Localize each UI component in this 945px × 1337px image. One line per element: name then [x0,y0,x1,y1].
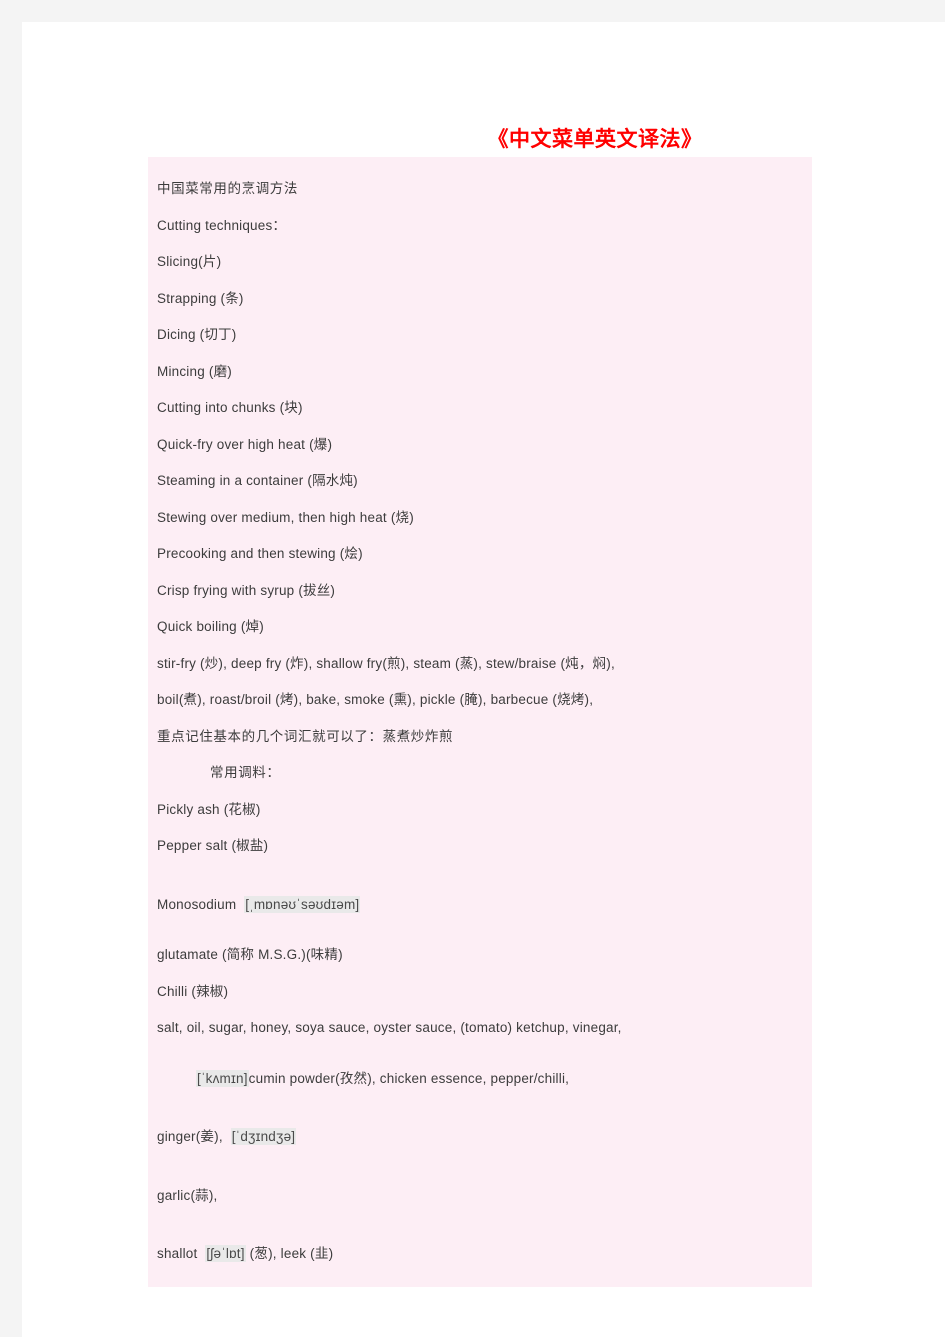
monosodium-ipa: [ˌmɒnəʊˈsəʊdɪəm] [244,895,361,913]
list-item-glutamate: glutamate (简称 M.S.G.)(味精) [157,947,343,962]
list-item-crisp-frying: Crisp frying with syrup (拔丝) [157,582,336,598]
list-item-chilli: Chilli (辣椒) [157,983,229,999]
list-item-pickly-ash: Pickly ash (花椒) [157,801,261,817]
shallot-rest: (葱), leek (韭) [249,1246,334,1261]
page-frame-top-strip [0,0,945,22]
methods-summary-line-1: stir-fry (炒), deep fry (炸), shallow fry(… [157,655,615,671]
list-item-strapping: Strapping (条) [157,290,244,306]
list-item-monosodium: Monosodium [ˌmɒnəʊˈsəʊdɪəm] [148,887,812,924]
list-item-garlic: garlic(蒜), [157,1187,218,1203]
heading-cutting-techniques: Cutting techniques： [157,217,287,233]
cumin-ipa: [ˈkʌmɪn] [196,1069,249,1087]
heading-common-seasonings: 常用调料： [210,765,281,780]
ginger-ipa: [ˈdʒɪndʒə] [230,1128,297,1145]
list-item-shallot: shallot [ʃəˈlɒt] (葱), leek (韭) [148,1236,812,1273]
section-heading-cooking-methods: 中国菜常用的烹调方法 [157,181,298,196]
cumin-rest: cumin powder(孜然), chicken essence, peppe… [248,1070,570,1086]
list-item-precooking: Precooking and then stewing (烩) [157,546,363,561]
ginger-word: ginger(姜), [157,1129,223,1144]
list-item-stewing: Stewing over medium, then high heat (烧) [157,509,414,525]
shallot-word: shallot [157,1246,198,1261]
list-item-slicing: Slicing(片) [157,254,222,269]
list-item-quick-fry: Quick-fry over high heat (爆) [157,436,333,452]
list-item-pepper-salt: Pepper salt (椒盐) [157,838,269,853]
shallot-ipa: [ʃəˈlɒt] [205,1245,246,1262]
list-item-condiments: salt, oil, sugar, honey, soya sauce, oys… [157,1020,622,1035]
list-item-chunks: Cutting into chunks (块) [157,400,303,415]
list-item-cumin: [ˈkʌmɪn]cumin powder(孜然), chicken essenc… [148,1061,812,1098]
list-item-mincing: Mincing (磨) [157,363,232,379]
content-block: 中国菜常用的烹调方法 Cutting techniques： Slicing(片… [148,157,812,1287]
list-item-steaming: Steaming in a container (隔水炖) [157,473,358,488]
page-frame-left-strip [0,0,22,1337]
page-title: 《中文菜单英文译法》 [487,127,703,151]
list-item-ginger: ginger(姜), [ˈdʒɪndʒə] [148,1119,812,1156]
list-item-dicing: Dicing (切丁) [157,327,237,342]
memorization-note: 重点记住基本的几个词汇就可以了：蒸煮炒炸煎 [157,728,454,744]
list-item-quick-boiling: Quick boiling (焯) [157,619,264,634]
methods-summary-line-2: boil(煮), roast/broil (烤), bake, smoke (熏… [157,692,594,707]
monosodium-word: Monosodium [157,896,237,912]
document-page: 《中文菜单英文译法》 中国菜常用的烹调方法 Cutting techniques… [22,22,945,1337]
